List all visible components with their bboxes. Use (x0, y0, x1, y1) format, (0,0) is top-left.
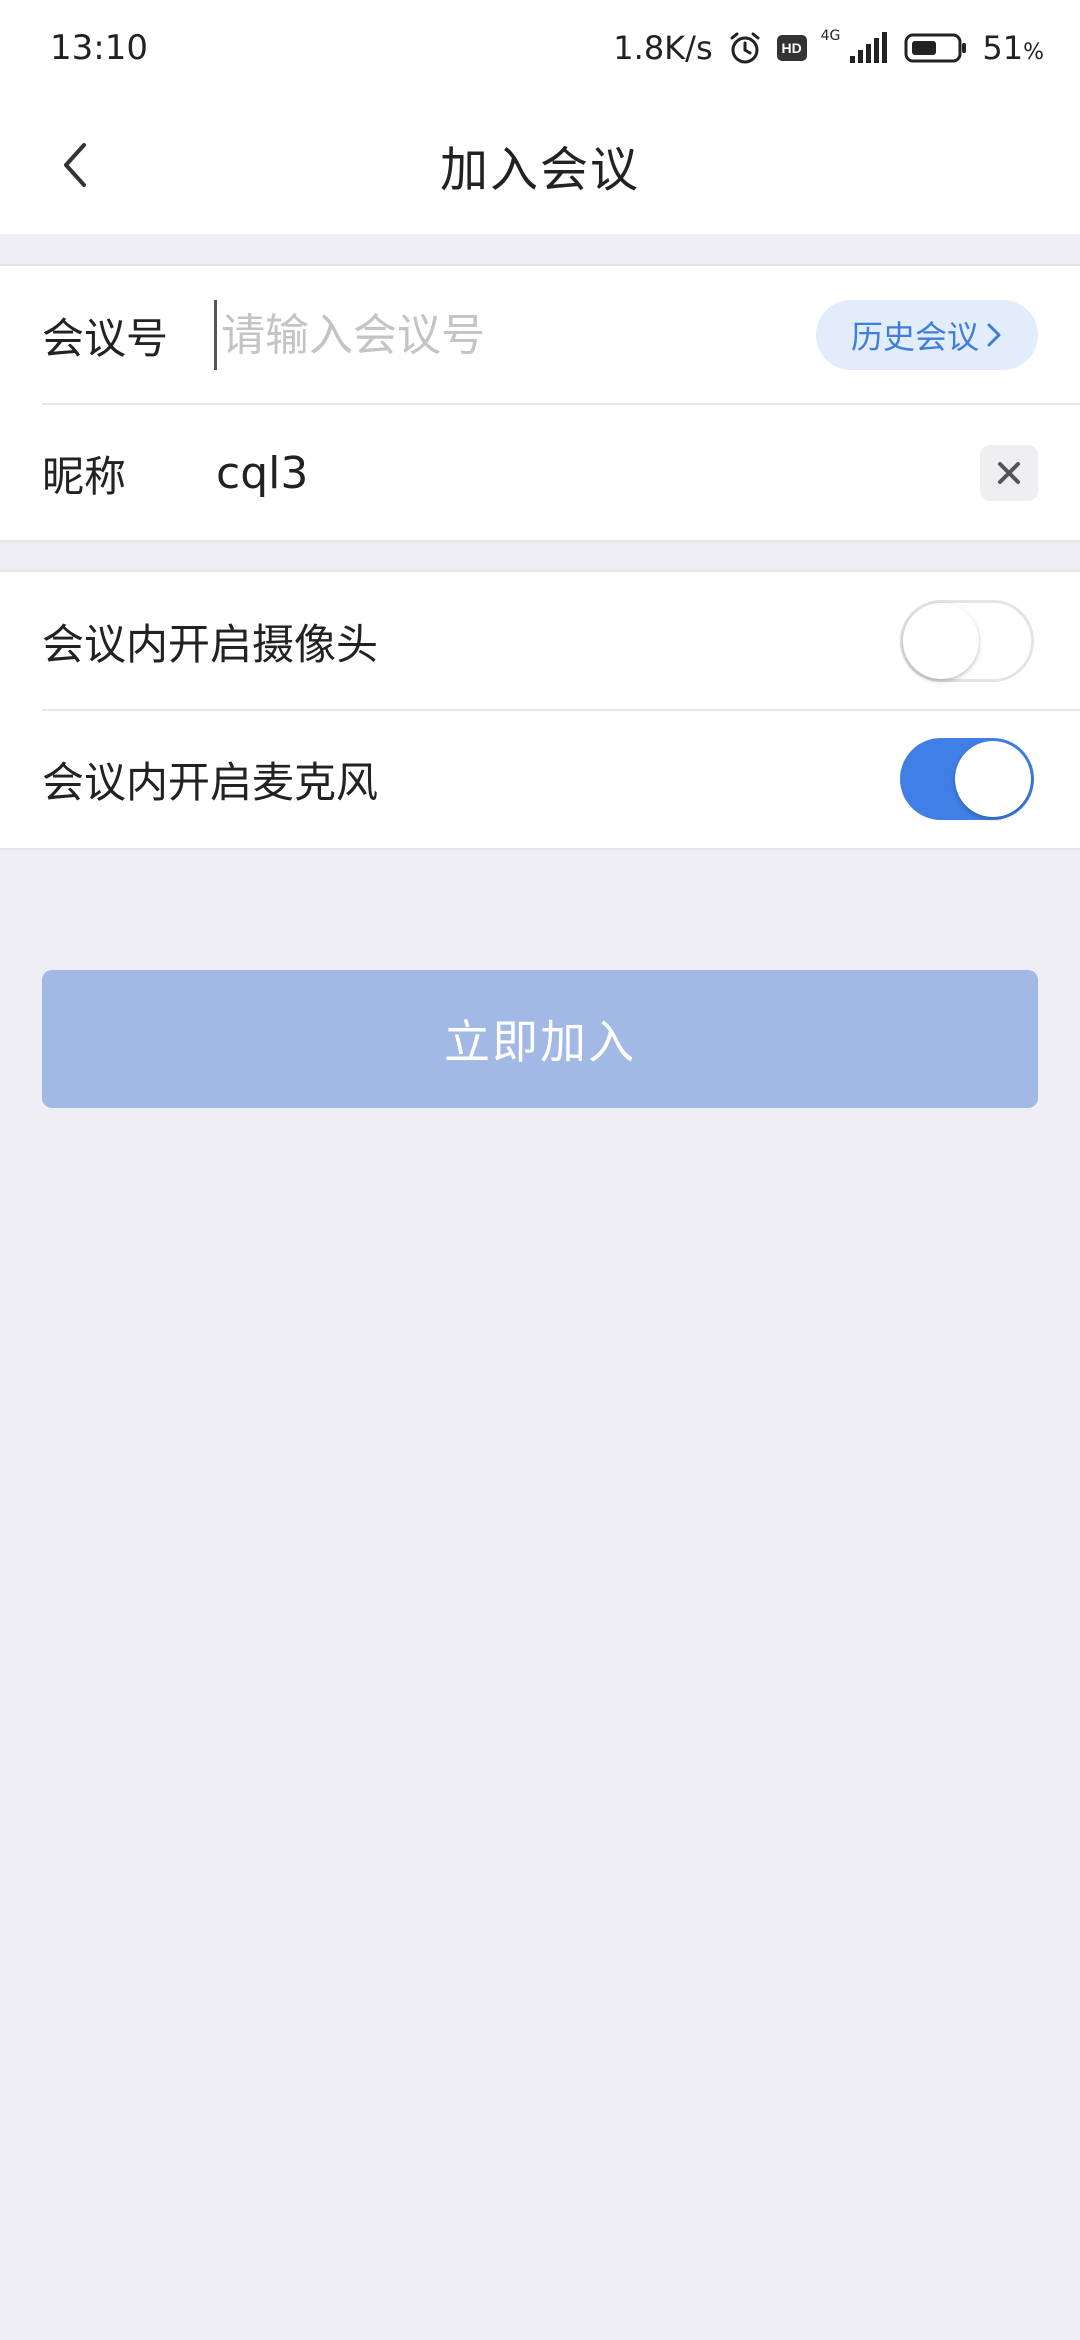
meeting-id-row: 会议号 历史会议 (0, 266, 1080, 405)
history-meetings-button[interactable]: 历史会议 (816, 300, 1038, 370)
nickname-label: 昵称 (42, 451, 127, 501)
toggle-knob (955, 741, 1031, 817)
microphone-row: 会议内开启麦克风 (0, 710, 1080, 848)
join-form: 会议号 历史会议 昵称 cql3 (0, 264, 1080, 542)
join-now-button[interactable]: 立即加入 (42, 970, 1038, 1108)
alarm-icon (730, 32, 760, 64)
network-speed: 1.8K/s (613, 29, 713, 67)
back-button[interactable] (40, 130, 110, 200)
status-indicators: 1.8K/s HD 4G 51% (613, 28, 1044, 67)
status-time: 13:10 (50, 28, 148, 68)
history-meetings-label: 历史会议 (850, 318, 979, 356)
camera-row: 会议内开启摄像头 (0, 572, 1080, 711)
microphone-label: 会议内开启麦克风 (42, 757, 379, 807)
chevron-left-icon (64, 143, 86, 187)
meeting-settings: 会议内开启摄像头 会议内开启麦克风 (0, 570, 1080, 850)
signal-icon (850, 32, 888, 63)
camera-label: 会议内开启摄像头 (42, 619, 379, 669)
chevron-right-icon (987, 323, 1001, 347)
meeting-id-input[interactable] (214, 300, 774, 370)
status-bar: 13:10 1.8K/s HD 4G 51% (0, 0, 1080, 96)
clear-nickname-button[interactable] (980, 445, 1038, 501)
microphone-toggle[interactable] (900, 738, 1034, 820)
meeting-id-label: 会议号 (42, 313, 169, 363)
network-type: 4G (820, 28, 841, 44)
page-title: 加入会议 (439, 142, 640, 198)
battery-percent: 51% (982, 29, 1044, 67)
nickname-row: 昵称 cql3 (0, 404, 1080, 542)
hd-icon: HD (776, 35, 807, 61)
nickname-input[interactable]: cql3 (216, 448, 308, 499)
close-icon (998, 462, 1020, 484)
battery-icon (904, 33, 967, 63)
camera-toggle[interactable] (900, 600, 1034, 682)
header: 加入会议 (0, 96, 1080, 234)
toggle-knob (903, 603, 979, 679)
